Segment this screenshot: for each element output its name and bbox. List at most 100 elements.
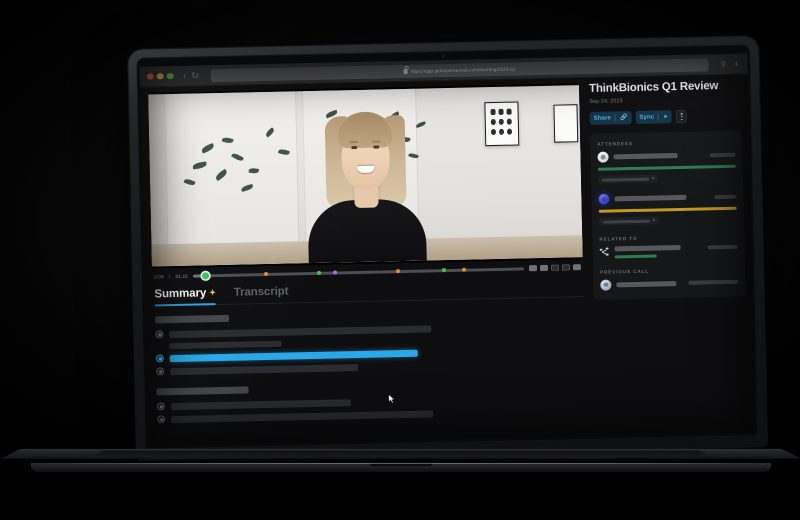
window-traffic-lights[interactable]: [146, 72, 174, 80]
framed-art-secondary: [553, 104, 579, 143]
link-icon[interactable]: 🔗: [620, 115, 628, 121]
picture-in-picture-icon[interactable]: [550, 264, 560, 271]
related-name: [614, 245, 681, 252]
summary-group-heading: [154, 314, 230, 324]
sidebar-section-label: RELATED TO: [599, 236, 638, 242]
sparkle-icon: ✦: [209, 288, 216, 298]
sync-arrow-icon[interactable]: ➤: [663, 114, 668, 120]
volume-icon[interactable]: [539, 264, 549, 272]
minimize-window-icon[interactable]: [156, 72, 164, 80]
summary-group: [156, 379, 585, 424]
play-icon[interactable]: [156, 402, 165, 411]
divider: [614, 114, 616, 122]
related-entry[interactable]: [599, 244, 738, 259]
timecode-total: 31:22: [175, 273, 188, 279]
previous-call-name: [616, 280, 677, 288]
browser-right-controls[interactable]: ⇪ +: [720, 59, 741, 68]
plus-icon[interactable]: +: [734, 59, 739, 68]
crm-node-icon: [599, 247, 610, 257]
video-frame: [148, 83, 583, 269]
previous-call-entry[interactable]: [600, 276, 739, 291]
kebab-dot: [680, 113, 683, 115]
person-avatar-icon: [600, 155, 606, 160]
reload-icon[interactable]: ↻: [191, 70, 199, 80]
browser-nav-buttons[interactable]: ‹ ↻: [183, 70, 199, 80]
captions-icon[interactable]: [528, 265, 538, 272]
attendee-entry[interactable]: ▾: [597, 149, 736, 184]
chevron-left-icon[interactable]: ‹: [183, 70, 186, 80]
scrubber-marker[interactable]: [316, 270, 321, 275]
attendee-dropdown[interactable]: ▾: [598, 216, 660, 226]
tab-transcript[interactable]: Transcript: [234, 286, 289, 304]
play-icon[interactable]: [156, 367, 165, 376]
framed-art: [484, 101, 520, 147]
attendee-dropdown[interactable]: ▾: [597, 174, 659, 184]
meeting-sidebar: ThinkBionics Q1 Review Sep 24, 2023 Shar…: [585, 74, 756, 436]
more-options-button[interactable]: [676, 110, 688, 124]
scrubber-marker[interactable]: [462, 267, 467, 272]
attendee-meta: [714, 194, 737, 199]
attendee-name: [613, 153, 678, 160]
tab-summary[interactable]: Summary ✦: [154, 287, 216, 305]
sync-button[interactable]: Sync ➤: [635, 110, 673, 125]
sync-button-label: Sync: [639, 114, 655, 121]
video-participant: [284, 88, 448, 264]
avatar[interactable]: [600, 279, 612, 291]
url-text: https://app.getsupernormal.com/meeting/2…: [410, 66, 516, 74]
sidebar-section-label: ATTENDEES: [597, 141, 633, 147]
keyboard-deck: [2, 449, 800, 459]
settings-icon[interactable]: [561, 264, 571, 271]
attendee-meta: [709, 152, 736, 158]
summary-item-text: [170, 398, 351, 410]
laptop-lid: ‹ ↻ https://app.getsupernormal.com/meeti…: [128, 36, 767, 460]
scrubber-marker[interactable]: [263, 271, 268, 277]
maximize-window-icon[interactable]: [166, 72, 174, 80]
person-avatar-icon: [603, 282, 609, 288]
related-meta: [707, 244, 738, 250]
play-icon[interactable]: [155, 354, 164, 363]
summary-item-text: [169, 349, 418, 362]
summary-item-text: [171, 409, 434, 423]
related-progress-bar: [614, 254, 657, 259]
scrubber-marker[interactable]: [442, 268, 447, 273]
summary-item[interactable]: [155, 321, 582, 339]
kebab-dot: [681, 118, 683, 120]
avatar[interactable]: [597, 151, 609, 163]
scrubber-marker[interactable]: [333, 270, 338, 275]
timecode-current: 0:06: [154, 273, 164, 279]
main-column: 0:06 / 31:22 Summary ✦ Transcript: [140, 78, 593, 447]
summary-item-text: [169, 324, 432, 338]
attendee-dropdown-label: [602, 219, 650, 224]
attendee-entry[interactable]: ▾: [598, 191, 737, 226]
summary-content: [153, 297, 587, 446]
previous-call-meta: [688, 279, 739, 286]
attendee-row: [597, 149, 736, 163]
video-icon-buttons[interactable]: [528, 264, 582, 272]
play-icon[interactable]: [157, 415, 166, 424]
video-player[interactable]: [148, 83, 583, 269]
close-window-icon[interactable]: [146, 73, 154, 80]
play-icon[interactable]: [155, 330, 164, 339]
timecode-separator: /: [168, 273, 171, 279]
scene-background: ‹ ↻ https://app.getsupernormal.com/meeti…: [0, 0, 800, 520]
lock-icon: [403, 68, 408, 74]
video-scene: [148, 85, 583, 267]
laptop-mockup: ‹ ↻ https://app.getsupernormal.com/meeti…: [0, 0, 800, 520]
avatar[interactable]: [598, 193, 610, 205]
chevron-down-icon[interactable]: ▾: [652, 176, 654, 181]
summary-item-text: [170, 363, 359, 375]
tab-summary-label: Summary: [154, 287, 207, 301]
chevron-down-icon[interactable]: ▾: [653, 218, 655, 223]
base-highlight: [42, 463, 760, 464]
app-screen: ‹ ↻ https://app.getsupernormal.com/meeti…: [139, 53, 756, 447]
page-title: ThinkBionics Q1 Review: [588, 80, 719, 95]
share-icon[interactable]: ⇪: [720, 59, 727, 68]
scrubber-marker[interactable]: [396, 269, 401, 274]
fullscreen-icon[interactable]: [572, 264, 582, 271]
attendee-talk-ratio-bar: [597, 164, 736, 171]
sidebar-section-label: PREVIOUS CALL: [600, 268, 650, 275]
laptop-base: [2, 449, 800, 483]
meeting-date: Sep 24, 2023: [589, 98, 623, 106]
app-body: 0:06 / 31:22 Summary ✦ Transcript ThinkB…: [139, 74, 756, 447]
share-button[interactable]: Share 🔗: [589, 111, 632, 126]
